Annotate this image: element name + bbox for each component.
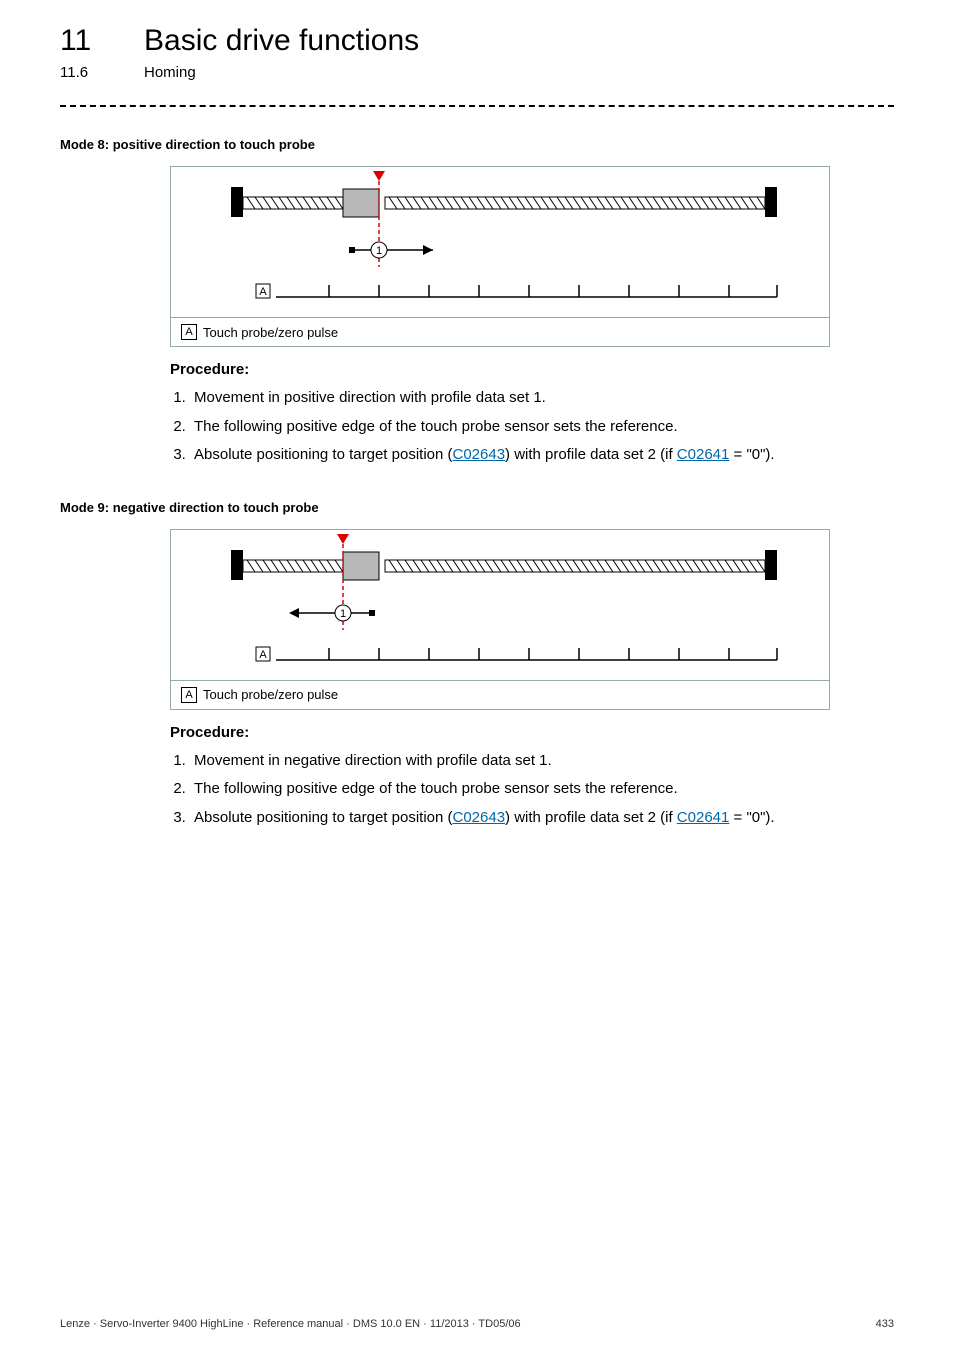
- mode9-diagram: 1 A: [171, 530, 829, 680]
- mode8-diagram: 1 A: [171, 167, 829, 317]
- mode9-step-3: Absolute positioning to target position …: [190, 804, 894, 833]
- mode9-step-2: The following positive edge of the touch…: [190, 775, 894, 804]
- link-c02643[interactable]: C02643: [453, 809, 506, 826]
- page-number: 433: [876, 1318, 894, 1330]
- legend-letter-icon: A: [181, 687, 197, 703]
- mode9-legend: A Touch probe/zero pulse: [171, 680, 829, 709]
- mode9-procedure-label: Procedure:: [170, 724, 894, 741]
- mode8-step-2: The following positive edge of the touch…: [190, 413, 894, 442]
- mode9-step3-post: = "0").: [729, 809, 774, 826]
- link-c02641[interactable]: C02641: [677, 809, 730, 826]
- legend-text: Touch probe/zero pulse: [203, 687, 338, 702]
- mode8-step3-mid: ) with profile data set 2 (if: [505, 446, 677, 463]
- mode9-step-1: Movement in negative direction with prof…: [190, 747, 894, 776]
- mode8-step3-pre: Absolute positioning to target position …: [194, 446, 453, 463]
- step-marker-1: 1: [376, 245, 382, 257]
- mode8-procedure-list: Movement in positive direction with prof…: [170, 384, 894, 470]
- mode8-legend: A Touch probe/zero pulse: [171, 317, 829, 346]
- legend-letter-icon: A: [181, 324, 197, 340]
- ruler-letter-A: A: [259, 649, 267, 661]
- mode8-step3-post: = "0").: [729, 446, 774, 463]
- mode8-step-1: Movement in positive direction with prof…: [190, 384, 894, 413]
- link-c02641[interactable]: C02641: [677, 446, 730, 463]
- mode9-step3-pre: Absolute positioning to target position …: [194, 809, 453, 826]
- section-title: Homing: [144, 64, 196, 81]
- separator-dashes: [60, 105, 894, 107]
- mode8-heading: Mode 8: positive direction to touch prob…: [60, 137, 894, 152]
- link-c02643[interactable]: C02643: [453, 446, 506, 463]
- mode9-figure: 1 A A Touch probe/zero pulse: [170, 529, 830, 710]
- mode8-procedure-label: Procedure:: [170, 361, 894, 378]
- footer-text: Lenze · Servo-Inverter 9400 HighLine · R…: [60, 1318, 521, 1330]
- mode9-procedure-list: Movement in negative direction with prof…: [170, 747, 894, 833]
- mode8-step-3: Absolute positioning to target position …: [190, 441, 894, 470]
- legend-text: Touch probe/zero pulse: [203, 325, 338, 340]
- mode8-figure: 1 A A Touch probe/zero pulse: [170, 166, 830, 347]
- ruler-letter-A: A: [259, 286, 267, 298]
- mode9-heading: Mode 9: negative direction to touch prob…: [60, 500, 894, 515]
- step-marker-1: 1: [340, 608, 346, 620]
- mode9-step3-mid: ) with profile data set 2 (if: [505, 809, 677, 826]
- chapter-title: Basic drive functions: [144, 24, 419, 58]
- chapter-number: 11: [60, 24, 108, 58]
- section-number: 11.6: [60, 64, 108, 81]
